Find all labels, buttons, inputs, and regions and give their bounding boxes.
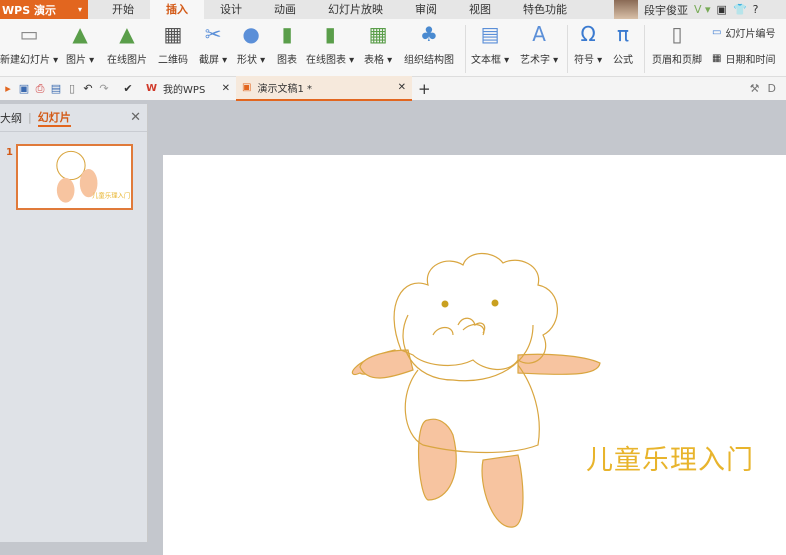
redo-icon[interactable]: ↷ — [96, 82, 112, 95]
online-chart-button[interactable]: ▮ 在线图表 ▾ — [306, 22, 354, 66]
shapes-icon: ● — [242, 22, 260, 46]
tab-animation[interactable]: 动画 — [258, 0, 312, 19]
shapes-button[interactable]: ● 形状 ▾ — [237, 22, 265, 66]
symbol-button[interactable]: Ω 符号 ▾ — [574, 22, 602, 66]
slide-title[interactable]: 儿童乐理入门 — [586, 438, 754, 477]
new-slide-button[interactable]: ▭ 新建幻灯片 ▾ — [0, 22, 58, 66]
pdf-icon[interactable]: ⎙ — [32, 82, 48, 96]
tab-presentation[interactable]: ▣ 演示文稿1 * ✕ — [236, 76, 412, 101]
customize-icon[interactable]: ✔ — [120, 82, 136, 95]
tab-review[interactable]: 审阅 — [399, 0, 453, 19]
quick-access-bar: ▸ ▣ ⎙ ▤ ▯ ↶ ↷ ✔ W 我的WPS ✕ ▣ 演示文稿1 * ✕ + ⚒ D — [0, 76, 786, 102]
tool-icon[interactable]: ⚒ — [750, 82, 760, 95]
tab-outline[interactable]: 大纲 — [0, 110, 22, 126]
save-icon[interactable]: ▣ — [16, 82, 32, 95]
slide-number-button[interactable]: ▭ 幻灯片编号 — [712, 25, 775, 40]
cartoon-child-illustration — [351, 252, 601, 528]
print-icon[interactable]: ▤ — [48, 82, 64, 95]
chart-icon: ▮ — [281, 22, 293, 46]
close-tab-icon[interactable]: ✕ — [398, 82, 406, 93]
org-chart-button[interactable]: ♣ 组织结构图 — [404, 22, 454, 66]
new-tab-icon[interactable]: + — [418, 80, 431, 98]
qrcode-icon: ▦ — [163, 22, 183, 46]
slide-index: 1 — [6, 147, 13, 158]
wps-logo-icon: W — [146, 83, 158, 94]
picture-button[interactable]: ▲ 图片 ▾ — [66, 22, 94, 66]
user-area[interactable]: 段宇俊亚 V ▾ ▣ 👕 ? — [614, 0, 759, 19]
tab-slideshow[interactable]: 幻灯片放映 — [312, 0, 399, 19]
help-icon[interactable]: ? — [753, 3, 759, 16]
screenshot-button[interactable]: ✂ 截屏 ▾ — [199, 22, 227, 66]
screenshot-icon: ✂ — [204, 22, 222, 46]
tab-features[interactable]: 特色功能 — [507, 0, 583, 19]
wordart-icon: A — [532, 22, 546, 46]
app-name: WPS 演示 — [2, 3, 56, 17]
new-slide-icon: ▭ — [19, 22, 39, 46]
online-picture-button[interactable]: ▲ 在线图片 — [107, 22, 147, 66]
online-picture-icon: ▲ — [119, 22, 135, 46]
org-chart-icon: ♣ — [420, 22, 438, 46]
textbox-button[interactable]: ▤ 文本框 ▾ — [471, 22, 509, 66]
d-icon[interactable]: D — [768, 82, 776, 95]
tab-design[interactable]: 设计 — [204, 0, 258, 19]
calendar-icon: ▦ — [712, 53, 722, 64]
close-panel-icon[interactable]: ✕ — [130, 110, 141, 125]
undo-icon[interactable]: ↶ — [80, 82, 96, 95]
preview-icon[interactable]: ▯ — [64, 82, 80, 95]
close-tab-icon[interactable]: ✕ — [222, 83, 230, 94]
tab-view[interactable]: 视图 — [453, 0, 507, 19]
date-time-button[interactable]: ▦ 日期和时间 — [712, 51, 775, 66]
slide-canvas[interactable]: 儿童乐理入门 — [163, 155, 786, 555]
user-name: 段宇俊亚 — [644, 3, 688, 17]
presentation-file-icon: ▣ — [242, 82, 252, 93]
tab-start[interactable]: 开始 — [96, 0, 150, 19]
svg-text:儿童乐理入门: 儿童乐理入门 — [92, 190, 130, 199]
table-button[interactable]: ▦ 表格 ▾ — [364, 22, 392, 66]
table-icon: ▦ — [368, 22, 388, 46]
formula-button[interactable]: π 公式 — [612, 22, 634, 66]
menu-bar: WPS 演示 ▾ 开始 插入 设计 动画 幻灯片放映 审阅 视图 特色功能 段宇俊… — [0, 0, 786, 19]
thumbnail-drawing: 儿童乐理入门 — [56, 150, 130, 203]
header-footer-icon: ▯ — [671, 22, 683, 46]
slide-number-icon: ▭ — [712, 27, 722, 38]
online-chart-icon: ▮ — [324, 22, 336, 46]
shirt-icon[interactable]: 👕 — [733, 3, 747, 16]
ribbon: ▭ 新建幻灯片 ▾ ▲ 图片 ▾ ▲ 在线图片 ▦ 二维码 ✂ 截屏 ▾ ● 形状 ▾ ▮ 图… — [0, 19, 786, 77]
open-icon[interactable]: ▸ — [0, 82, 16, 95]
avatar — [614, 0, 638, 19]
wordart-button[interactable]: A 艺术字 ▾ — [520, 22, 558, 66]
textbox-icon: ▤ — [480, 22, 500, 46]
tab-insert[interactable]: 插入 — [150, 0, 204, 19]
chart-button[interactable]: ▮ 图表 — [276, 22, 298, 66]
slide-thumbnail[interactable]: 儿童乐理入门 — [16, 144, 133, 210]
picture-icon: ▲ — [72, 22, 88, 46]
app-menu-button[interactable]: WPS 演示 ▾ — [0, 0, 88, 19]
pi-icon: π — [616, 22, 630, 46]
slide-panel: 大纲 | 幻灯片 ✕ 1 儿童乐理入门 — [0, 104, 148, 542]
tab-slides[interactable]: 幻灯片 — [37, 109, 71, 127]
skin-icon[interactable]: ▣ — [717, 3, 727, 16]
header-footer-button[interactable]: ▯ 页眉和页脚 — [652, 22, 702, 66]
tab-my-wps[interactable]: W 我的WPS ✕ — [140, 76, 236, 101]
omega-icon: Ω — [580, 22, 596, 46]
qrcode-button[interactable]: ▦ 二维码 — [158, 22, 188, 66]
